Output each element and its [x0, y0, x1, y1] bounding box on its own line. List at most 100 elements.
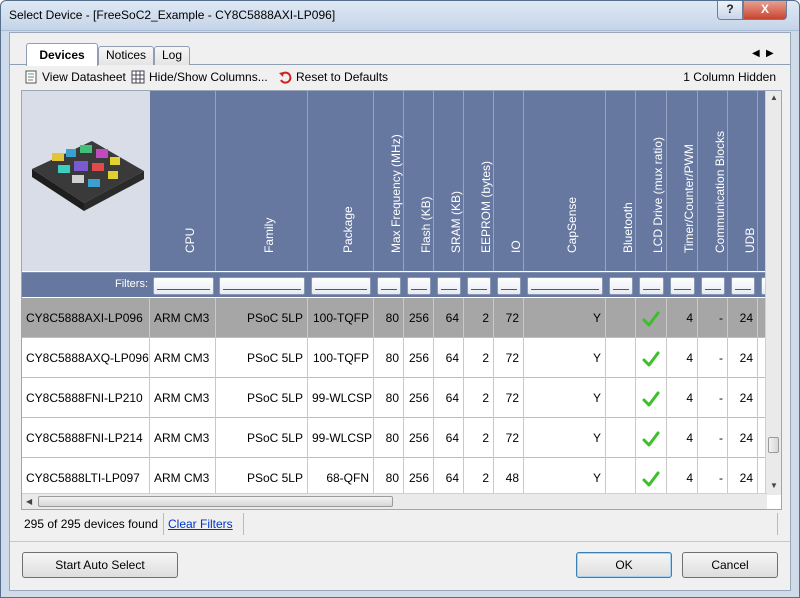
- cell-udb: 24: [728, 378, 758, 418]
- scroll-down-icon[interactable]: ▼: [770, 481, 778, 490]
- table-row[interactable]: CY8C5888AXI-LP096 ARM CM3 PSoC 5LP 100-TQFP…: [22, 298, 767, 338]
- scroll-up-icon[interactable]: ▲: [770, 93, 778, 102]
- table-row[interactable]: CY8C5888FNI-LP214 ARM CM3 PSoC 5LP 99-WLCSP…: [22, 418, 767, 458]
- help-button[interactable]: ?: [717, 1, 743, 20]
- status-bar: 295 of 295 devices found Clear Filters: [21, 513, 782, 535]
- filter-io[interactable]: [497, 277, 521, 295]
- table-row[interactable]: CY8C5888LTI-LP097 ARM CM3 PSoC 5LP 68-QFN 80…: [22, 458, 767, 498]
- device-grid: CPU Family Package Max Frequency (MHz) F…: [21, 90, 782, 510]
- cell-family: PSoC 5LP: [216, 298, 308, 338]
- cell-communication: -: [698, 298, 728, 338]
- cell-sram: 64: [434, 418, 464, 458]
- col-header-io[interactable]: IO: [494, 91, 524, 271]
- col-header-max-frequency[interactable]: Max Frequency (MHz): [374, 91, 404, 271]
- cell-eeprom: 2: [464, 338, 494, 378]
- filter-sram[interactable]: [437, 277, 461, 295]
- col-header-family[interactable]: Family: [216, 91, 308, 271]
- device-count: 295 of 295 devices found: [24, 517, 159, 531]
- col-header-capsense[interactable]: CapSense: [524, 91, 606, 271]
- filter-timer[interactable]: [670, 277, 695, 295]
- filter-family[interactable]: [219, 277, 305, 295]
- cell-cpu: ARM CM3: [150, 298, 216, 338]
- scroll-left-icon[interactable]: ◀: [26, 497, 32, 506]
- horizontal-scroll-thumb[interactable]: [38, 496, 393, 507]
- col-header-udb[interactable]: UDB: [728, 91, 758, 271]
- vertical-scrollbar[interactable]: ▲ ▼: [765, 91, 781, 495]
- datasheet-icon: [25, 70, 37, 84]
- cancel-button[interactable]: Cancel: [682, 552, 778, 578]
- check-icon: [642, 351, 660, 367]
- view-datasheet-button[interactable]: View Datasheet: [24, 68, 126, 86]
- cell-flash: 256: [404, 298, 434, 338]
- tab-notices[interactable]: Notices: [98, 46, 154, 65]
- reset-defaults-button[interactable]: Reset to Defaults: [278, 68, 388, 86]
- table-row[interactable]: CY8C5888AXQ-LP096 ARM CM3 PSoC 5LP 100-TQFP…: [22, 338, 767, 378]
- cell-sram: 64: [434, 458, 464, 498]
- filter-lcd-drive[interactable]: [639, 277, 664, 295]
- cell-part-number: CY8C5888LTI-LP097: [22, 458, 150, 498]
- horizontal-scrollbar[interactable]: ◀: [22, 493, 767, 509]
- toolbar: View Datasheet Hide/Show Columns... Rese…: [10, 67, 790, 87]
- cell-communication: -: [698, 418, 728, 458]
- cell-capsense: Y: [524, 378, 606, 418]
- col-header-package[interactable]: Package: [308, 91, 374, 271]
- col-header-lcd-drive[interactable]: LCD Drive (mux ratio): [636, 91, 667, 271]
- cell-timer: 4: [667, 338, 698, 378]
- ok-button[interactable]: OK: [576, 552, 672, 578]
- filter-flash[interactable]: [407, 277, 431, 295]
- cell-udb: 24: [728, 418, 758, 458]
- hide-show-columns-button[interactable]: Hide/Show Columns...: [131, 68, 268, 86]
- cell-sram: 64: [434, 378, 464, 418]
- col-header-eeprom[interactable]: EEPROM (bytes): [464, 91, 494, 271]
- cell-communication: -: [698, 458, 728, 498]
- chip-icon: [32, 141, 144, 211]
- tab-devices[interactable]: Devices: [26, 43, 98, 66]
- filter-cpu[interactable]: [153, 277, 214, 295]
- col-header-sram[interactable]: SRAM (KB): [434, 91, 464, 271]
- vertical-scroll-thumb[interactable]: [768, 437, 779, 453]
- start-auto-select-button[interactable]: Start Auto Select: [22, 552, 178, 578]
- cell-max-frequency: 80: [374, 418, 404, 458]
- cell-eeprom: 2: [464, 298, 494, 338]
- filter-package[interactable]: [311, 277, 371, 295]
- undo-icon: [279, 71, 292, 84]
- cell-capsense: Y: [524, 338, 606, 378]
- cell-family: PSoC 5LP: [216, 378, 308, 418]
- window-title: Select Device - [FreeSoC2_Example - CY8C…: [9, 8, 336, 22]
- cell-family: PSoC 5LP: [216, 338, 308, 378]
- check-icon: [642, 391, 660, 407]
- cell-io: 72: [494, 378, 524, 418]
- filter-communication[interactable]: [701, 277, 725, 295]
- cell-io: 48: [494, 458, 524, 498]
- close-button[interactable]: X: [743, 1, 787, 20]
- filter-max-frequency[interactable]: [377, 277, 401, 295]
- filter-bluetooth[interactable]: [609, 277, 633, 295]
- hide-show-columns-label: Hide/Show Columns...: [149, 70, 268, 84]
- tab-log[interactable]: Log: [154, 46, 190, 65]
- columns-icon: [131, 70, 145, 84]
- cell-bluetooth: [606, 298, 636, 338]
- cell-part-number: CY8C5888FNI-LP214: [22, 418, 150, 458]
- cell-cpu: ARM CM3: [150, 338, 216, 378]
- cell-io: 72: [494, 298, 524, 338]
- tab-scroll-left-icon[interactable]: ◀: [752, 48, 760, 59]
- col-header-communication[interactable]: Communication Blocks: [698, 91, 728, 271]
- filter-udb[interactable]: [731, 277, 755, 295]
- clear-filters-link[interactable]: Clear Filters: [168, 517, 233, 531]
- col-header-timer[interactable]: Timer/Counter/PWM: [667, 91, 698, 271]
- col-header-bluetooth[interactable]: Bluetooth: [606, 91, 636, 271]
- cell-package: 99-WLCSP: [308, 378, 374, 418]
- table-row[interactable]: CY8C5888FNI-LP210 ARM CM3 PSoC 5LP 99-WLCSP…: [22, 378, 767, 418]
- col-header-flash[interactable]: Flash (KB): [404, 91, 434, 271]
- cell-max-frequency: 80: [374, 458, 404, 498]
- tab-strip: Devices Notices Log ◀ ▶: [10, 43, 790, 66]
- filter-capsense[interactable]: [527, 277, 603, 295]
- cell-timer: 4: [667, 418, 698, 458]
- cell-flash: 256: [404, 418, 434, 458]
- filter-eeprom[interactable]: [467, 277, 491, 295]
- col-header-cpu[interactable]: CPU: [150, 91, 216, 271]
- cell-cpu: ARM CM3: [150, 378, 216, 418]
- cell-timer: 4: [667, 458, 698, 498]
- tab-scroll-right-icon[interactable]: ▶: [766, 48, 774, 59]
- cell-udb: 24: [728, 298, 758, 338]
